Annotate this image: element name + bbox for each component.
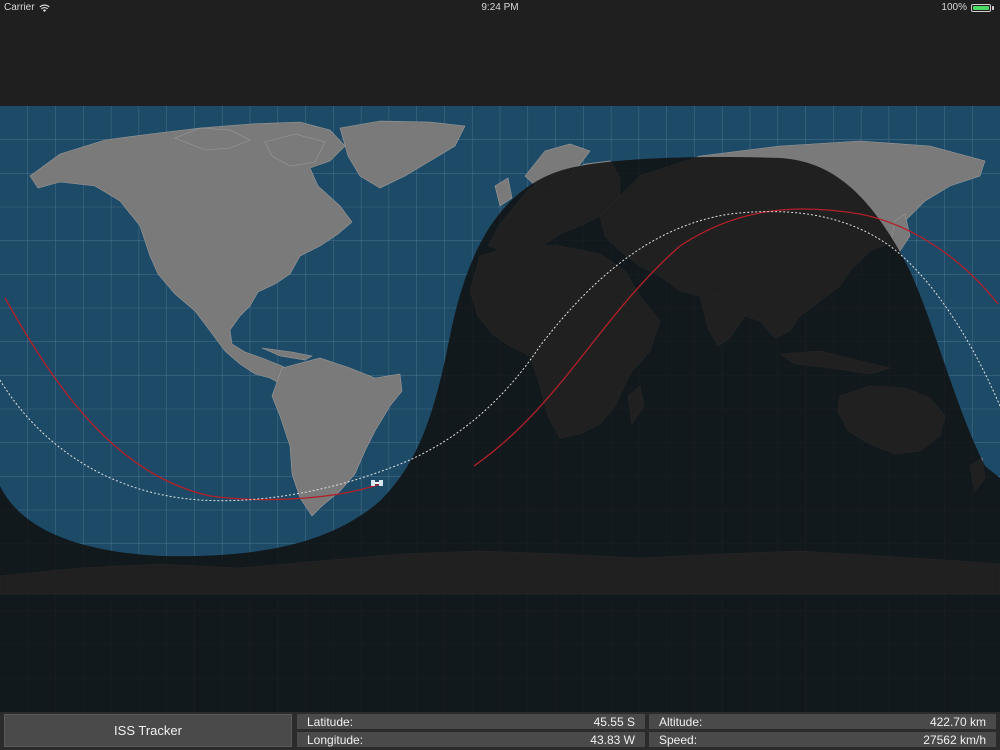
longitude-label: Longitude: (307, 732, 364, 747)
speed-label: Speed: (659, 732, 698, 747)
speed-value: 27562 km/h (923, 732, 986, 747)
battery-fill (973, 5, 989, 10)
longitude-row: Longitude: 43.83 W (297, 732, 645, 747)
map-area[interactable] (0, 106, 1000, 712)
altitude-label: Altitude: (659, 714, 703, 729)
battery-percent: 100% (941, 2, 967, 13)
bottom-info-bar: ISS Tracker Latitude: 45.55 S Longitude:… (0, 712, 1000, 750)
altitude-row: Altitude: 422.70 km (649, 714, 996, 729)
longitude-value: 43.83 W (590, 732, 635, 747)
status-right: 100% (941, 2, 994, 13)
latitude-row: Latitude: 45.55 S (297, 714, 645, 729)
battery-tip (992, 5, 994, 10)
world-map[interactable] (0, 106, 1000, 712)
battery-icon (971, 3, 991, 12)
speed-row: Speed: 27562 km/h (649, 732, 996, 747)
status-bar: Carrier 9:24 PM 100% (0, 0, 1000, 16)
latitude-value: 45.55 S (593, 714, 635, 729)
altitude-value: 422.70 km (929, 714, 986, 729)
status-time: 9:24 PM (481, 2, 519, 13)
iss-tracker-button[interactable]: ISS Tracker (4, 714, 292, 747)
latitude-label: Latitude: (307, 714, 354, 729)
